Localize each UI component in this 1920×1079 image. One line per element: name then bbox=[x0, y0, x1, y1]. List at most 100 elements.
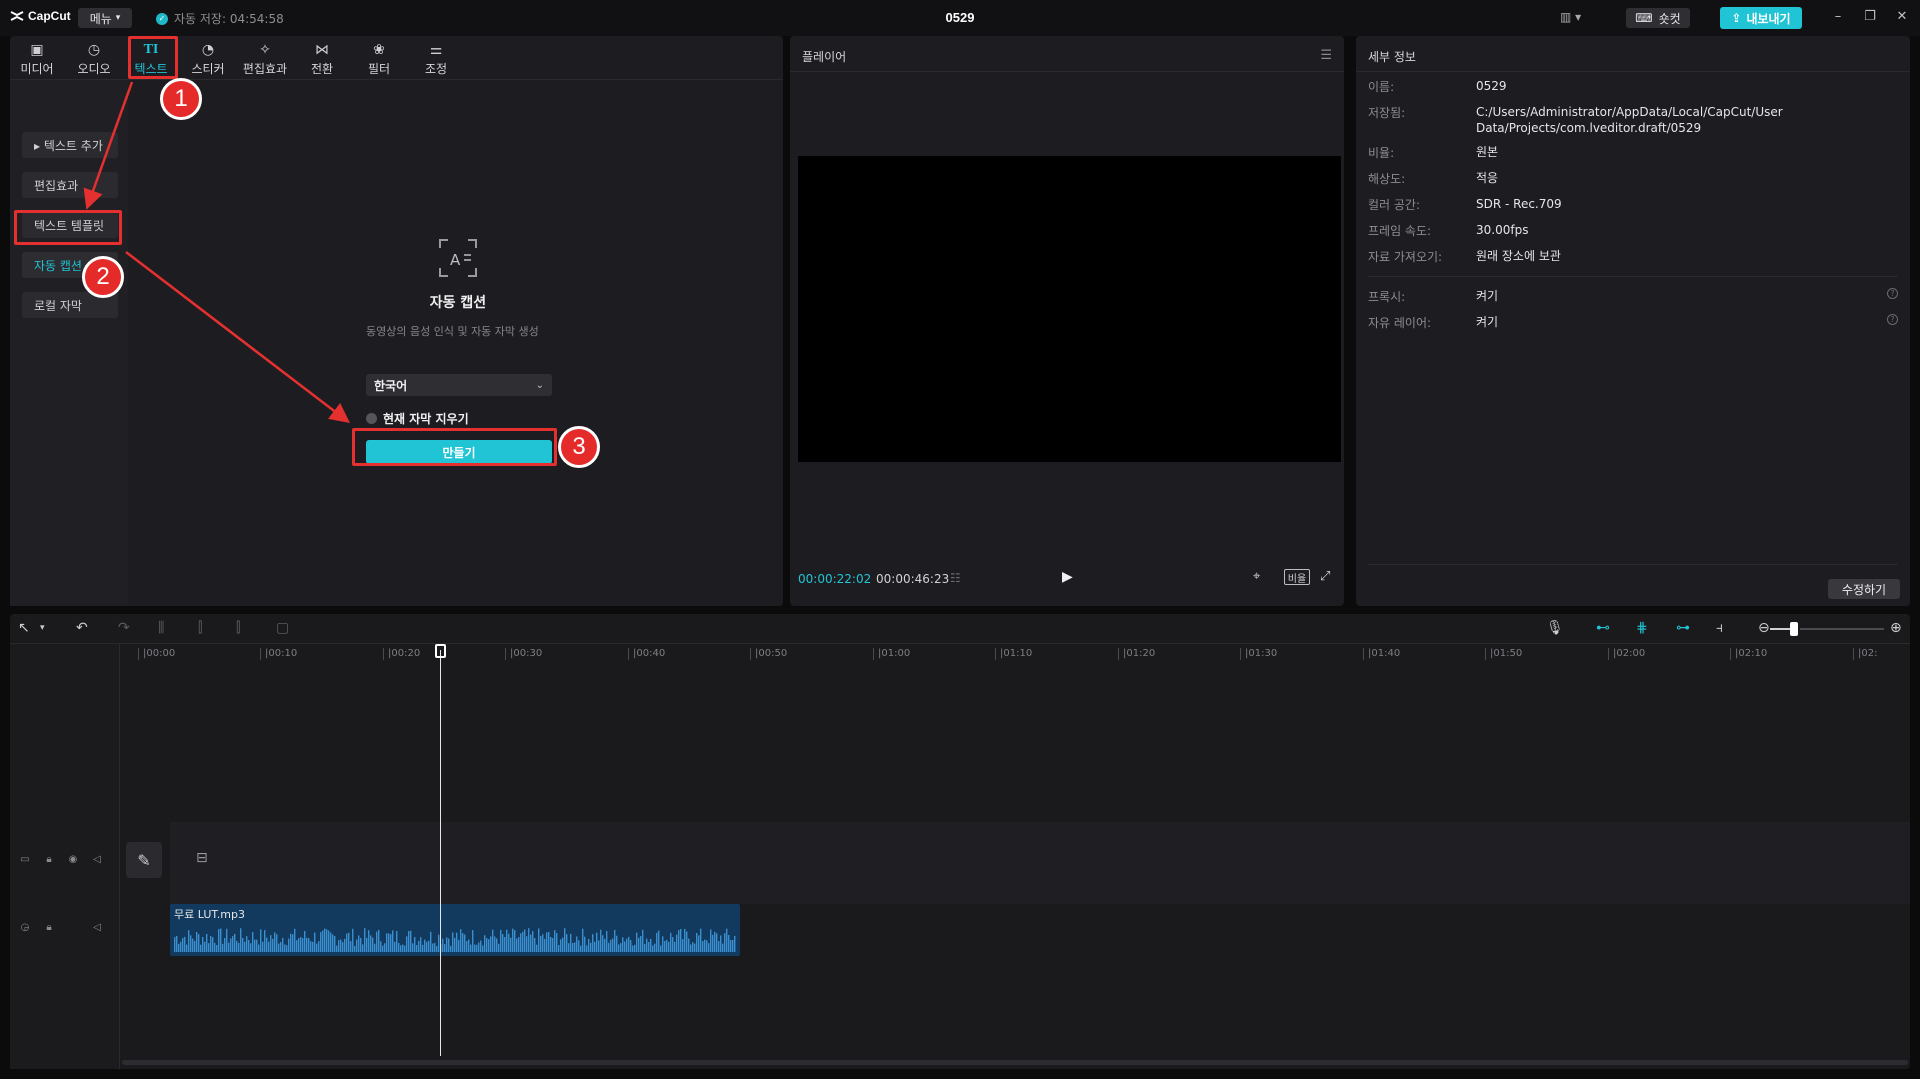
waveform-bar bbox=[200, 944, 202, 952]
waveform-bar bbox=[216, 945, 218, 952]
waveform-bar bbox=[336, 945, 338, 952]
eye-icon[interactable]: ◉ bbox=[66, 854, 80, 868]
auto-caption-description: 동영상의 음성 인식 및 자동 자막 생성 bbox=[366, 325, 539, 338]
waveform-bar bbox=[182, 938, 184, 952]
waveform-bar bbox=[506, 929, 508, 952]
waveform-bar bbox=[490, 936, 492, 952]
tab-transition[interactable]: ⋈ 전환 bbox=[295, 40, 349, 78]
detail-value[interactable]: 켜기 bbox=[1476, 288, 1886, 304]
playhead-handle[interactable] bbox=[435, 644, 446, 658]
tab-media[interactable]: ▣ 미디어 bbox=[10, 40, 64, 78]
restore-icon[interactable]: ❐ bbox=[1860, 9, 1880, 27]
detail-value[interactable]: 켜기 bbox=[1476, 314, 1886, 330]
microphone-icon[interactable]: 🎙 bbox=[1546, 620, 1564, 636]
minimize-icon[interactable]: – bbox=[1828, 9, 1848, 27]
subnav-item-effects[interactable]: 편집효과 bbox=[22, 172, 118, 198]
waveform-bar bbox=[328, 930, 330, 952]
layout-icon[interactable]: ▥ ▾ bbox=[1560, 10, 1590, 26]
tab-audio[interactable]: ◷ 오디오 bbox=[67, 40, 121, 78]
split-left-icon[interactable]: ⫿ bbox=[198, 620, 202, 636]
speaker-icon[interactable]: ◁ bbox=[90, 922, 104, 936]
cover-icon[interactable]: ▭ bbox=[18, 854, 32, 868]
waveform-bar bbox=[368, 930, 370, 952]
undo-icon[interactable]: ↶ bbox=[76, 620, 88, 636]
play-button[interactable]: ▶ bbox=[1062, 569, 1073, 585]
main-track-magnet-icon[interactable]: ⊷ bbox=[1596, 620, 1610, 636]
waveform-bar bbox=[226, 928, 228, 952]
preview-axis-icon[interactable]: ⫞ bbox=[1716, 620, 1723, 636]
split-icon[interactable]: ⫼ bbox=[158, 620, 164, 636]
waveform-bar bbox=[240, 928, 242, 952]
tab-effects[interactable]: ✧ 편집효과 bbox=[238, 40, 292, 78]
auto-caption-icon: A bbox=[439, 239, 477, 277]
horizontal-scrollbar[interactable] bbox=[122, 1060, 1908, 1065]
waveform-bar bbox=[472, 930, 474, 952]
waveform-bar bbox=[362, 944, 364, 952]
waveform-bar bbox=[590, 942, 592, 952]
chevron-down-icon[interactable]: ▾ bbox=[40, 623, 45, 633]
subnav-item-add-text[interactable]: ▸ 텍스트 추가 bbox=[22, 132, 118, 158]
shortcut-label: 숏컷 bbox=[1658, 11, 1681, 26]
lock-icon[interactable]: 🔒︎ bbox=[42, 854, 56, 868]
waveform-bar bbox=[242, 937, 244, 952]
detail-value: 30.00fps bbox=[1476, 223, 1529, 237]
waveform-bar bbox=[494, 936, 496, 952]
close-icon[interactable]: ✕ bbox=[1892, 9, 1912, 27]
split-right-icon[interactable]: ⫿ bbox=[236, 620, 240, 636]
waveform-bar bbox=[286, 945, 288, 952]
timecode-icon[interactable]: ☷ bbox=[950, 571, 961, 585]
auto-snap-icon[interactable]: ⋕ bbox=[1636, 620, 1648, 636]
snapshot-icon[interactable]: ⌖ bbox=[1253, 569, 1260, 584]
zoom-out-icon[interactable]: ⊖ bbox=[1758, 620, 1770, 636]
video-track[interactable] bbox=[170, 822, 1910, 904]
waveform-bar bbox=[678, 930, 680, 952]
modify-button[interactable]: 수정하기 bbox=[1828, 579, 1900, 599]
menu-icon[interactable]: ☰ bbox=[1320, 48, 1332, 63]
info-icon[interactable]: ? bbox=[1887, 288, 1898, 299]
waveform-bar bbox=[422, 944, 424, 952]
waveform-bar bbox=[232, 936, 234, 952]
waveform-bar bbox=[480, 940, 482, 952]
waveform-bar bbox=[456, 932, 458, 952]
select-cursor-icon[interactable]: ↖ bbox=[18, 620, 30, 636]
speaker-icon[interactable]: ◁ bbox=[90, 854, 104, 868]
tab-sticker[interactable]: ◔ 스티커 bbox=[181, 40, 235, 78]
export-button[interactable]: ⇪ 내보내기 bbox=[1720, 7, 1802, 29]
tab-adjust[interactable]: ⚌ 조정 bbox=[409, 40, 463, 78]
waveform-bar bbox=[194, 940, 196, 952]
info-icon[interactable]: ? bbox=[1887, 314, 1898, 325]
waveform-bar bbox=[660, 945, 662, 952]
lock-icon[interactable]: 🔒︎ bbox=[42, 922, 56, 936]
player-header: 플레이어 bbox=[790, 36, 1344, 72]
time-ruler[interactable]: |00:00 |00:10 |00:20 |00:30 |00:40 |00:5… bbox=[138, 644, 1910, 664]
waveform-bar bbox=[638, 937, 640, 952]
tab-filter[interactable]: ❀ 필터 bbox=[352, 40, 406, 78]
waveform-bar bbox=[270, 935, 272, 952]
details-title: 세부 정보 bbox=[1368, 50, 1416, 64]
waveform-bar bbox=[274, 932, 276, 952]
waveform-bar bbox=[686, 931, 688, 952]
waveform-bar bbox=[608, 942, 610, 952]
audio-clip[interactable]: 무료 LUT.mp3 bbox=[170, 904, 740, 956]
checkbox-icon bbox=[366, 413, 377, 424]
ratio-button[interactable]: 비율 bbox=[1284, 569, 1310, 585]
redo-icon[interactable]: ↷ bbox=[118, 620, 130, 636]
fullscreen-icon[interactable]: ⤢ bbox=[1320, 569, 1330, 584]
zoom-track[interactable] bbox=[1800, 628, 1884, 630]
linkage-icon[interactable]: ⊶ bbox=[1676, 620, 1690, 636]
zoom-in-icon[interactable]: ⊕ bbox=[1890, 620, 1902, 636]
delete-icon[interactable]: ▢ bbox=[276, 620, 289, 636]
waveform-bar bbox=[296, 940, 298, 952]
waveform-bar bbox=[420, 937, 422, 952]
clear-captions-checkbox[interactable]: 현재 자막 지우기 bbox=[366, 410, 469, 427]
playhead-line[interactable] bbox=[440, 650, 441, 1056]
shortcut-button[interactable]: ⌨ 숏컷 bbox=[1626, 8, 1690, 28]
waveform-bar bbox=[230, 938, 232, 952]
video-preview[interactable] bbox=[798, 156, 1341, 462]
waveform-bar bbox=[718, 941, 720, 952]
language-select[interactable]: 한국어 ⌄ bbox=[366, 374, 552, 396]
waveform-bar bbox=[698, 935, 700, 952]
edit-cover-button[interactable]: ✎ bbox=[126, 842, 162, 878]
zoom-slider-handle[interactable] bbox=[1790, 622, 1798, 636]
detail-value: SDR - Rec.709 bbox=[1476, 197, 1562, 211]
